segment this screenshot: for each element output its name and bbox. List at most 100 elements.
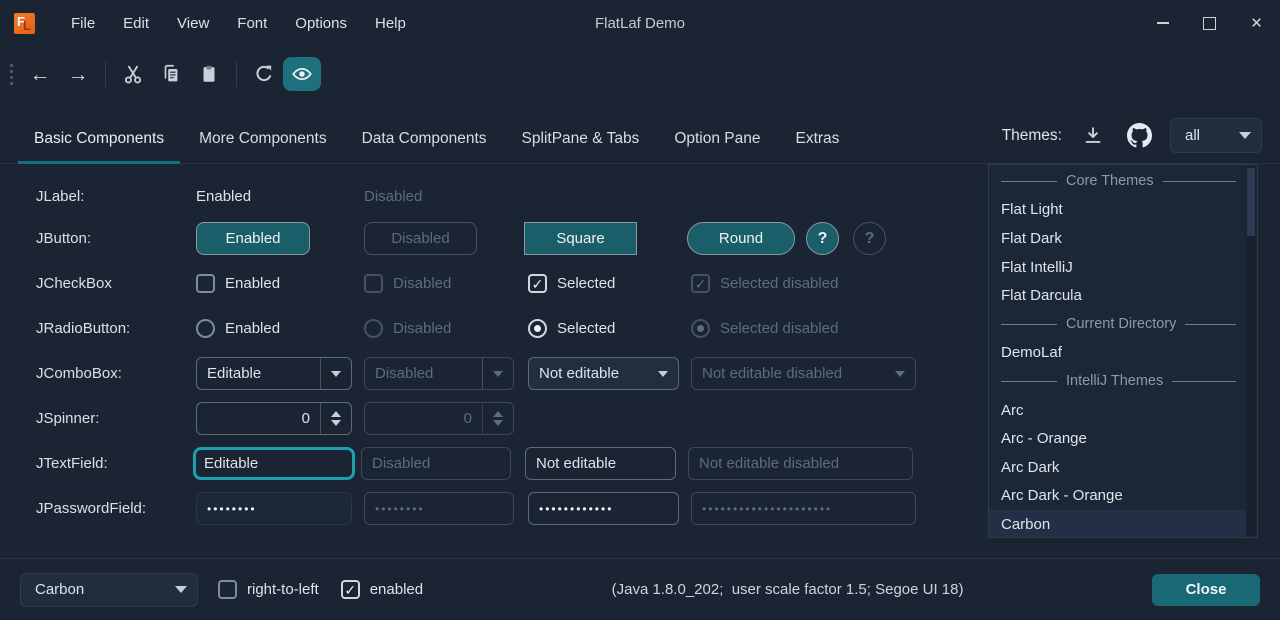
passwordfield-not-editable-disabled: ••••••••••••••••••••• — [691, 492, 916, 525]
passwordfield-editable[interactable]: •••••••• — [196, 492, 352, 525]
combobox-not-editable[interactable]: Not editable — [528, 357, 679, 390]
spinner-disabled-value: 0 — [365, 410, 482, 427]
textfield-not-editable-disabled: Not editable disabled — [688, 447, 913, 480]
theme-item-arc-orange[interactable]: Arc - Orange — [989, 424, 1246, 453]
spinner-disabled: 0 — [364, 402, 514, 435]
help-button-disabled: ? — [853, 222, 886, 255]
radio-disabled-label: Disabled — [393, 320, 451, 337]
square-button[interactable]: Square — [524, 222, 637, 255]
tab-more-components[interactable]: More Components — [183, 130, 343, 164]
combobox-editable-value[interactable]: Editable — [197, 365, 320, 382]
menu-help[interactable]: Help — [361, 11, 420, 36]
menu-edit[interactable]: Edit — [109, 11, 163, 36]
theme-item-demolaf[interactable]: DemoLaf — [989, 339, 1246, 368]
round-button[interactable]: Round — [687, 222, 795, 255]
theme-item-flat-light[interactable]: Flat Light — [989, 196, 1246, 225]
theme-combobox[interactable]: Carbon — [20, 573, 198, 607]
theme-item-flat-intellij[interactable]: Flat IntelliJ — [989, 253, 1246, 282]
chevron-down-icon — [895, 371, 905, 377]
radio-selected[interactable] — [528, 319, 547, 338]
spinner-up-icon — [493, 411, 503, 417]
jspinner-row-label: JSpinner: — [36, 410, 196, 427]
spinner-arrows[interactable] — [320, 403, 351, 434]
theme-separator-current-directory: Current Directory — [989, 310, 1246, 339]
paste-button[interactable] — [190, 57, 228, 91]
theme-item-arc-dark-orange[interactable]: Arc Dark - Orange — [989, 482, 1246, 511]
jbutton-row: JButton: Enabled Disabled Square Round ?… — [36, 216, 988, 261]
tab-splitpane-tabs[interactable]: SplitPane & Tabs — [506, 130, 656, 164]
chevron-down-icon — [331, 371, 341, 377]
disabled-button: Disabled — [364, 222, 477, 255]
passwordfield-disabled: •••••••• — [364, 492, 514, 525]
themes-scrollbar-thumb[interactable] — [1247, 168, 1255, 236]
tab-extras[interactable]: Extras — [780, 130, 856, 164]
theme-item-flat-dark[interactable]: Flat Dark — [989, 224, 1246, 253]
minimize-button[interactable] — [1139, 0, 1186, 46]
passwordfield-not-editable[interactable]: •••••••••••• — [528, 492, 679, 525]
enabled-button[interactable]: Enabled — [196, 222, 310, 255]
cut-button[interactable] — [114, 57, 152, 91]
theme-item-carbon[interactable]: Carbon — [989, 510, 1246, 538]
checkbox-selected-disabled-label: Selected disabled — [720, 275, 838, 292]
menu-file[interactable]: File — [57, 11, 109, 36]
textfield-disabled: Disabled — [361, 447, 511, 480]
maximize-button[interactable] — [1186, 0, 1233, 46]
copy-button[interactable] — [152, 57, 190, 91]
spinner-down-icon[interactable] — [331, 420, 341, 426]
themes-scrollbar[interactable] — [1246, 166, 1256, 536]
copy-icon — [160, 63, 182, 85]
back-button[interactable]: ← — [21, 57, 59, 91]
toolbar-separator — [236, 61, 237, 87]
refresh-button[interactable] — [245, 57, 283, 91]
textfield-not-editable[interactable]: Not editable — [525, 447, 676, 480]
check-icon: ✓ — [695, 277, 707, 291]
tab-basic-components[interactable]: Basic Components — [18, 130, 180, 164]
checkbox-selected[interactable]: ✓ — [528, 274, 547, 293]
enabled-label: enabled — [370, 581, 423, 598]
theme-filter-combobox[interactable]: all — [1170, 118, 1262, 153]
forward-button[interactable]: → — [59, 57, 97, 91]
download-theme-button[interactable] — [1078, 121, 1108, 151]
checkbox-disabled-label: Disabled — [393, 275, 451, 292]
menu-view[interactable]: View — [163, 11, 223, 36]
checkbox-disabled — [364, 274, 383, 293]
menu-options[interactable]: Options — [281, 11, 361, 36]
theme-separator-core: Core Themes — [989, 167, 1246, 196]
theme-item-arc[interactable]: Arc — [989, 396, 1246, 425]
toolbar-separator — [105, 61, 106, 87]
menu-font[interactable]: Font — [223, 11, 281, 36]
github-button[interactable] — [1124, 121, 1154, 151]
theme-item-flat-darcula[interactable]: Flat Darcula — [989, 281, 1246, 310]
basic-components-panel: JLabel: Enabled Disabled JButton: Enable… — [0, 164, 988, 531]
theme-separator-intellij-themes: IntelliJ Themes — [989, 367, 1246, 396]
tab-option-pane[interactable]: Option Pane — [658, 130, 776, 164]
right-to-left-checkbox[interactable] — [218, 580, 237, 599]
jlabel-row-label: JLabel: — [36, 188, 196, 205]
enabled-checkbox[interactable]: ✓ — [341, 580, 360, 599]
spinner-up-icon[interactable] — [331, 411, 341, 417]
radio-dot-icon — [697, 325, 704, 332]
spinner-arrows — [482, 403, 513, 434]
spinner-enabled[interactable]: 0 — [196, 402, 352, 435]
close-button[interactable]: ✕ — [1233, 0, 1280, 46]
spinner-enabled-value[interactable]: 0 — [197, 410, 320, 427]
toolbar-grip[interactable] — [10, 64, 13, 85]
jtextfield-row: JTextField: Editable Disabled Not editab… — [36, 441, 988, 486]
checkbox-enabled-label: Enabled — [225, 275, 280, 292]
theme-item-arc-dark[interactable]: Arc Dark — [989, 453, 1246, 482]
help-button[interactable]: ? — [806, 222, 839, 255]
checkbox-enabled[interactable] — [196, 274, 215, 293]
show-hidden-toggle-button[interactable] — [283, 57, 321, 91]
close-dialog-button[interactable]: Close — [1152, 574, 1260, 606]
spinner-down-icon — [493, 420, 503, 426]
jpasswordfield-row: JPasswordField: •••••••• •••••••• ••••••… — [36, 486, 988, 531]
themes-label: Themes: — [1002, 127, 1062, 145]
textfield-editable[interactable]: Editable — [193, 447, 355, 480]
tab-data-components[interactable]: Data Components — [346, 130, 503, 164]
combobox-editable[interactable]: Editable — [196, 357, 352, 390]
theme-filter-value: all — [1171, 127, 1239, 144]
separator-label: Core Themes — [1066, 173, 1154, 189]
radio-enabled[interactable] — [196, 319, 215, 338]
app-logo-icon: F L — [14, 13, 35, 34]
radio-selected-disabled-label: Selected disabled — [720, 320, 838, 337]
